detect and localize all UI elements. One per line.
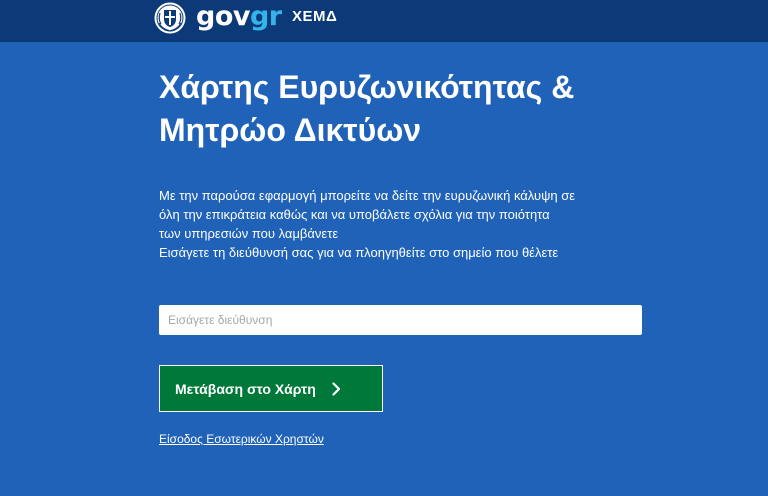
go-to-map-button-label: Μετάβαση στο Χάρτη xyxy=(175,380,316,397)
internal-users-login-link[interactable]: Είσοδος Εσωτερικών Χρηστών xyxy=(159,432,324,446)
page-title-line-1: Χάρτης Ευρυζωνικότητας & xyxy=(159,69,575,105)
description-line: Εισάγετε τη διεύθυνσή σας για να πλοηγηθ… xyxy=(159,245,559,260)
page-title-line-2: Μητρώο Δικτύων xyxy=(159,112,422,148)
intro-description: Με την παρούσα εφαρμογή μπορείτε να δείτ… xyxy=(159,186,639,262)
greek-emblem-icon xyxy=(153,1,187,35)
go-to-map-button[interactable]: Μετάβαση στο Χάρτη xyxy=(159,365,383,412)
description-line: όλη την επικράτεια καθώς και να υποβάλετ… xyxy=(159,207,550,222)
description-line: των υπηρεσιών που λαμβάνετε xyxy=(159,226,339,241)
logo-gr-text: gr xyxy=(249,1,282,32)
service-name: ΧΕΜΔ xyxy=(292,8,338,25)
logo-gov-text: gov xyxy=(196,1,250,32)
govgr-logo[interactable]: govgr xyxy=(196,0,282,34)
top-header-bar: govgr ΧΕΜΔ xyxy=(0,0,768,42)
description-line: Με την παρούσα εφαρμογή μπορείτε να δείτ… xyxy=(159,188,576,203)
page-title: Χάρτης Ευρυζωνικότητας & Μητρώο Δικτύων xyxy=(159,66,719,152)
address-search-input[interactable] xyxy=(159,305,642,335)
chevron-right-icon xyxy=(332,381,341,396)
